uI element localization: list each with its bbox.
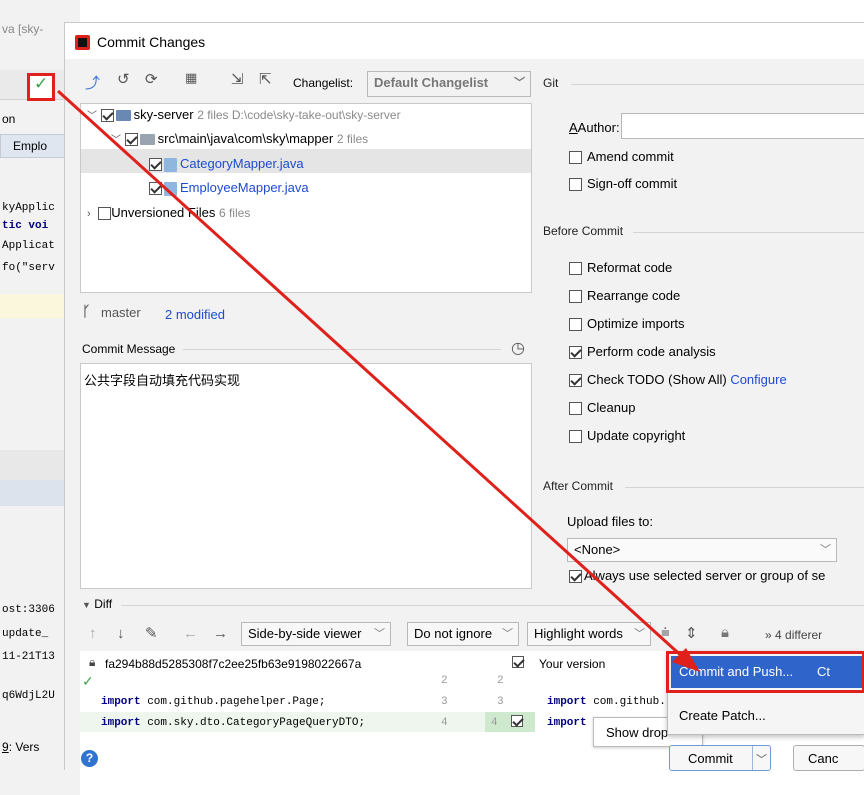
annotation-arrow xyxy=(56,89,700,672)
annotation-arrow-line xyxy=(56,89,688,662)
